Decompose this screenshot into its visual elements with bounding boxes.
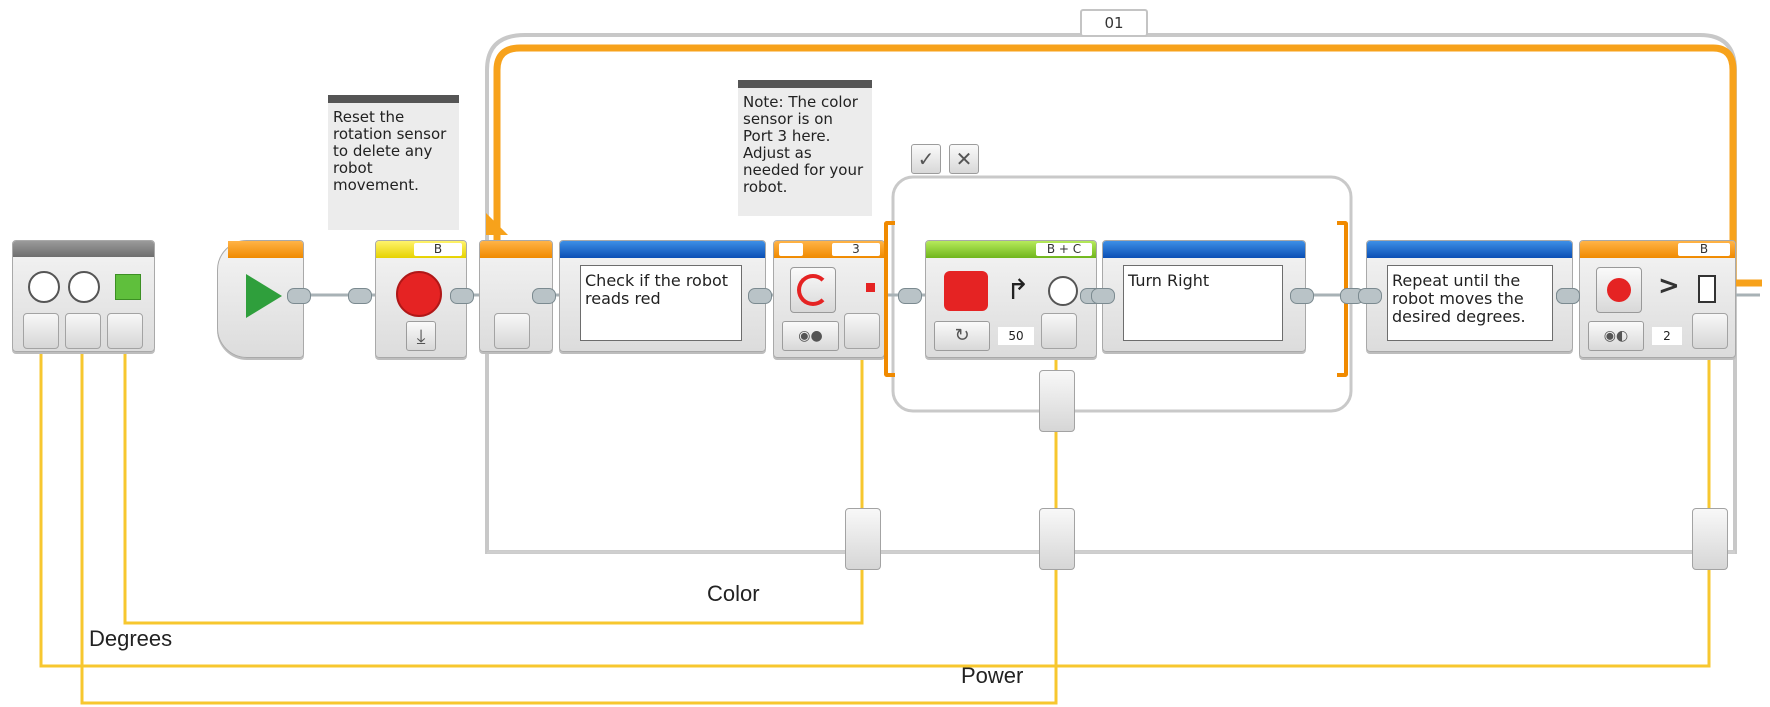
reset-note: Reset the rotation sensor to delete any … [328,95,459,230]
check-input-plug[interactable] [532,288,556,304]
switch-mode-icon[interactable] [779,243,803,256]
loop-compare-block[interactable]: B > ◉◐ 2 [1579,240,1736,358]
check-icon[interactable]: ✓ [911,144,941,174]
compare-port[interactable]: B [1678,243,1730,256]
repeat-comment-text[interactable]: Repeat until the robot moves the desired… [1387,265,1553,341]
reset-note-text: Reset the rotation sensor to delete any … [333,108,447,194]
compare-type[interactable]: 2 [1652,327,1682,345]
rotation-input-plug[interactable] [348,288,372,304]
color-sensor-icon [790,267,836,313]
turn-comment-text[interactable]: Turn Right [1123,265,1283,341]
switch-port[interactable]: 3 [832,243,880,256]
compare-input-plug[interactable] [1556,288,1580,304]
reset-icon[interactable]: ⤓ [406,321,436,351]
gauge-icon [1048,276,1078,306]
steering-mode-icon[interactable]: ↻ [934,321,990,351]
play-icon[interactable] [246,274,282,318]
loop-name: 01 [1104,14,1124,32]
power-input-socket[interactable] [1041,313,1077,349]
rotation-output-plug[interactable] [450,288,474,304]
turn-arrow-icon: ↱ [1006,273,1030,306]
compare-rotation-icon [1607,278,1631,302]
power-wire-tunnel-loop[interactable] [1039,508,1075,570]
move-steering-icon [944,271,988,311]
color-input-icon [115,274,141,300]
switch-bracket-left [884,221,895,377]
threshold-icon [1698,275,1716,303]
turn-output-plug[interactable] [1290,288,1314,304]
color-mode-icon[interactable]: ◉● [782,321,839,351]
power-output[interactable] [65,313,101,349]
power-value[interactable]: 50 [998,327,1034,345]
check-comment-text[interactable]: Check if the robot reads red [580,265,742,341]
comment-check-block[interactable]: Check if the robot reads red [559,240,766,352]
red-color-icon [866,283,875,292]
switch-arrow-icon [797,274,829,306]
color-sensor-note: Note: The color sensor is on Port 3 here… [738,80,872,216]
color-input-socket[interactable] [844,313,880,349]
close-icon[interactable]: ✕ [949,144,979,174]
repeat-input-plug[interactable] [1358,288,1382,304]
compare-icon [1596,267,1642,313]
degrees-wire-tunnel[interactable] [1692,508,1728,570]
wire-label-degrees: Degrees [89,626,173,651]
start-bar [228,241,303,258]
steering-input-plug[interactable] [898,288,922,304]
compare-mode-icon[interactable]: ◉◐ [1588,321,1644,351]
degrees-input-socket[interactable] [1692,313,1728,349]
loop-start-bar [480,241,552,258]
inputs-bar [13,241,154,257]
turn-comment-bar [1103,241,1305,258]
start-output-plug[interactable] [287,288,311,304]
rotation-sensor-icon [396,271,442,317]
move-steering-block[interactable]: B + C ↱ ↻ 50 [925,240,1097,358]
compare-operator[interactable]: > [1658,271,1680,301]
comment-turn-block[interactable]: Turn Right [1102,240,1306,352]
loop-name-tab[interactable]: 01 [1080,9,1148,37]
turn-input-plug[interactable] [1091,288,1115,304]
steering-ports[interactable]: B + C [1036,243,1092,256]
check-comment-bar [560,241,765,258]
loop-orange-corner [486,213,508,235]
wire-power [80,350,1058,705]
my-block-inputs[interactable] [12,240,155,352]
rotation-port[interactable]: B [414,243,462,256]
check-output-plug[interactable] [748,288,772,304]
power-wire-tunnel-switch[interactable] [1039,370,1075,432]
color-sensor-note-text: Note: The color sensor is on Port 3 here… [743,93,864,196]
loop-index-output[interactable] [494,313,530,349]
degrees-gauge-icon [28,271,60,303]
color-switch-block[interactable]: 3 ◉● [773,240,885,358]
color-output[interactable] [107,313,143,349]
degrees-output[interactable] [23,313,59,349]
repeat-comment-bar [1367,241,1572,258]
color-wire-tunnel[interactable] [845,508,881,570]
comment-repeat-block[interactable]: Repeat until the robot moves the desired… [1366,240,1573,352]
wire-label-color: Color [707,581,760,606]
power-gauge-icon [68,271,100,303]
wire-label-power: Power [961,663,1024,688]
